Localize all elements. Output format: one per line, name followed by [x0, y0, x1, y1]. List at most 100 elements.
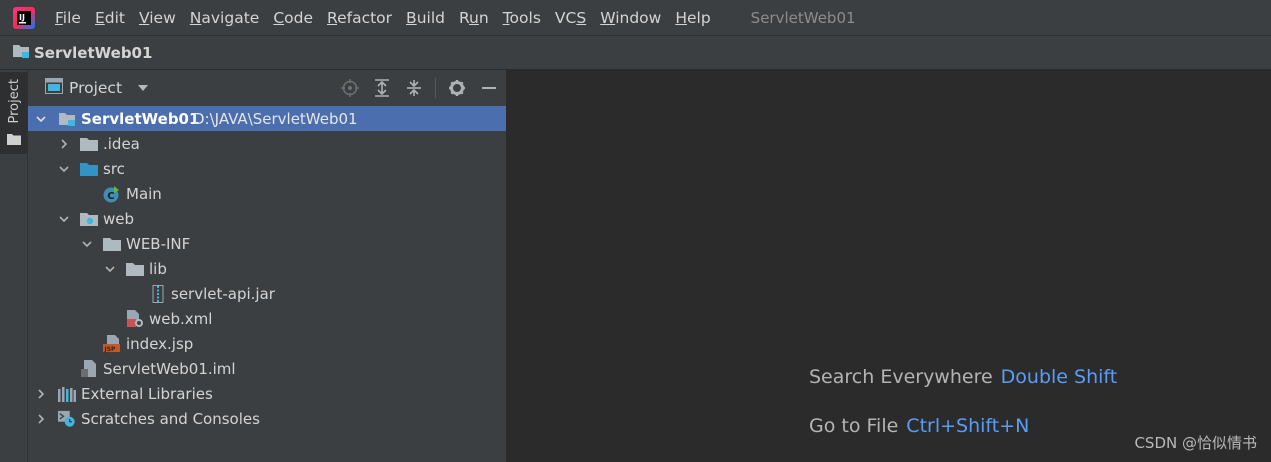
- tree-label: Scratches and Consoles: [81, 409, 260, 428]
- folder-icon: [103, 235, 121, 253]
- chevron-down-icon[interactable]: [102, 261, 118, 277]
- menu-item[interactable]: Edit: [95, 9, 125, 27]
- menu-item-rest: ode: [284, 8, 314, 27]
- tree-row-web[interactable]: web: [28, 206, 506, 231]
- svg-text:JSP: JSP: [104, 346, 117, 353]
- breadcrumb-project[interactable]: ServletWeb01: [34, 44, 152, 62]
- tree-row-external-libraries[interactable]: External Libraries: [28, 381, 506, 406]
- jar-archive-icon: [149, 284, 167, 303]
- tree-label: Main: [126, 184, 162, 203]
- tree-row-iml[interactable]: ServletWeb01.iml: [28, 356, 506, 381]
- navigation-bar: ServletWeb01: [0, 36, 1271, 70]
- menu-item-mnemonic: S: [576, 8, 587, 27]
- hint-action: Go to File: [809, 415, 899, 437]
- menu-item-mnemonic: u: [469, 8, 479, 27]
- folder-icon: [80, 135, 98, 153]
- module-file-icon: [80, 359, 98, 378]
- svg-text:IJ: IJ: [19, 13, 25, 22]
- tree-row-main[interactable]: C Main: [28, 181, 506, 206]
- menu-item-mnemonic: N: [189, 8, 202, 27]
- tree-label: src: [103, 159, 125, 178]
- tree-row-web-xml[interactable]: web.xml: [28, 306, 506, 331]
- tree-label: lib: [149, 259, 167, 278]
- menu-bar: IJ File Edit View Navigate Code Refactor Build…: [0, 0, 1271, 36]
- gear-icon[interactable]: [446, 77, 468, 99]
- expand-all-icon[interactable]: [371, 77, 393, 99]
- menu-item[interactable]: View: [139, 9, 176, 27]
- menu-item-rest: avigate: [201, 8, 260, 27]
- scratches-icon: [58, 410, 76, 428]
- menu-item[interactable]: Window: [600, 9, 661, 27]
- panel-toolbar: [329, 70, 506, 106]
- menu-item-rest: efactor: [337, 8, 393, 27]
- menu-item-mnemonic: H: [675, 8, 687, 27]
- chevron-right-icon[interactable]: [56, 136, 72, 152]
- libraries-icon: [58, 385, 76, 403]
- root-project-path: D:\JAVA\ServletWeb01: [193, 109, 358, 128]
- root-project-name: ServletWeb01: [81, 109, 200, 128]
- tree-row-lib[interactable]: lib: [28, 256, 506, 281]
- tree-label: web.xml: [149, 309, 213, 328]
- chevron-down-icon[interactable]: [56, 211, 72, 227]
- tree-row-idea[interactable]: .idea: [28, 131, 506, 156]
- project-view-icon: [45, 78, 63, 98]
- project-stripe-label[interactable]: Project: [7, 79, 22, 123]
- hint-action: Search Everywhere: [809, 366, 993, 388]
- source-folder-icon: [80, 160, 98, 178]
- tree-label: External Libraries: [81, 384, 213, 403]
- menu-item-rest: dit: [104, 8, 125, 27]
- menu-item[interactable]: Tools: [503, 9, 541, 27]
- editor-empty-area: Search Everywhere Double Shift Go to File…: [507, 70, 1271, 462]
- chevron-down-icon[interactable]: [56, 161, 72, 177]
- menu-item[interactable]: Refactor: [327, 9, 392, 27]
- intellij-logo-icon: IJ: [13, 6, 35, 29]
- menu-item[interactable]: Navigate: [190, 9, 260, 27]
- menu-item[interactable]: Code: [273, 9, 313, 27]
- locate-icon[interactable]: [339, 77, 361, 99]
- menu-item-mnemonic: R: [327, 8, 338, 27]
- tree-row-index-jsp[interactable]: JSP index.jsp: [28, 331, 506, 356]
- search-everywhere-hint: Search Everywhere Double Shift: [809, 366, 1117, 388]
- toolbar-separator: [435, 78, 436, 98]
- tree-row-servlet-api-jar[interactable]: servlet-api.jar: [28, 281, 506, 306]
- menu-item-mnemonic: F: [55, 8, 63, 27]
- java-class-icon: C: [103, 185, 121, 203]
- xml-file-icon: [126, 309, 144, 328]
- hint-shortcut: Double Shift: [1000, 366, 1118, 388]
- chevron-down-icon[interactable]: [138, 85, 149, 91]
- menu-item-rest: iew: [149, 8, 176, 27]
- menu-item[interactable]: Help: [675, 9, 710, 27]
- tree-label: ServletWeb01.iml: [103, 359, 236, 378]
- menu-item-mnemonic: B: [406, 8, 417, 27]
- watermark: CSDN @恰似情书: [1134, 434, 1257, 452]
- tree-row-web-inf[interactable]: WEB-INF: [28, 231, 506, 256]
- chevron-right-icon[interactable]: [33, 386, 49, 402]
- chevron-right-icon[interactable]: [33, 411, 49, 427]
- jsp-file-icon: JSP: [103, 334, 121, 353]
- menu-item-rest: n: [478, 8, 489, 27]
- folder-icon[interactable]: [7, 131, 21, 149]
- tree-row-src[interactable]: src: [28, 156, 506, 181]
- module-folder-icon: [12, 43, 30, 63]
- tree-label: WEB-INF: [126, 234, 191, 253]
- tree-row-scratches[interactable]: Scratches and Consoles: [28, 406, 506, 431]
- tree-row-root[interactable]: ServletWeb01 D:\JAVA\ServletWeb01: [28, 106, 506, 131]
- menu-item[interactable]: Run: [459, 9, 489, 27]
- collapse-all-icon[interactable]: [403, 77, 425, 99]
- chevron-down-icon[interactable]: [79, 236, 95, 252]
- panel-title[interactable]: Project: [69, 79, 122, 97]
- tree-label: servlet-api.jar: [171, 284, 275, 303]
- hide-panel-icon[interactable]: [478, 77, 500, 99]
- menu-item-mnemonic: C: [273, 8, 285, 27]
- menu-item[interactable]: Build: [406, 9, 445, 27]
- go-to-file-hint: Go to File Ctrl+Shift+N: [809, 415, 1029, 437]
- chevron-down-icon[interactable]: [33, 111, 49, 127]
- menu-item-prefix: VC: [554, 8, 577, 27]
- svg-text:C: C: [107, 191, 114, 202]
- menu-item-mnemonic: W: [600, 8, 616, 27]
- menu-item-rest: indow: [615, 8, 662, 27]
- menu-item[interactable]: File: [55, 9, 81, 27]
- menu-item[interactable]: VCS: [555, 9, 586, 27]
- tree-label: .idea: [103, 134, 140, 153]
- menu-item-rest: ools: [509, 8, 541, 27]
